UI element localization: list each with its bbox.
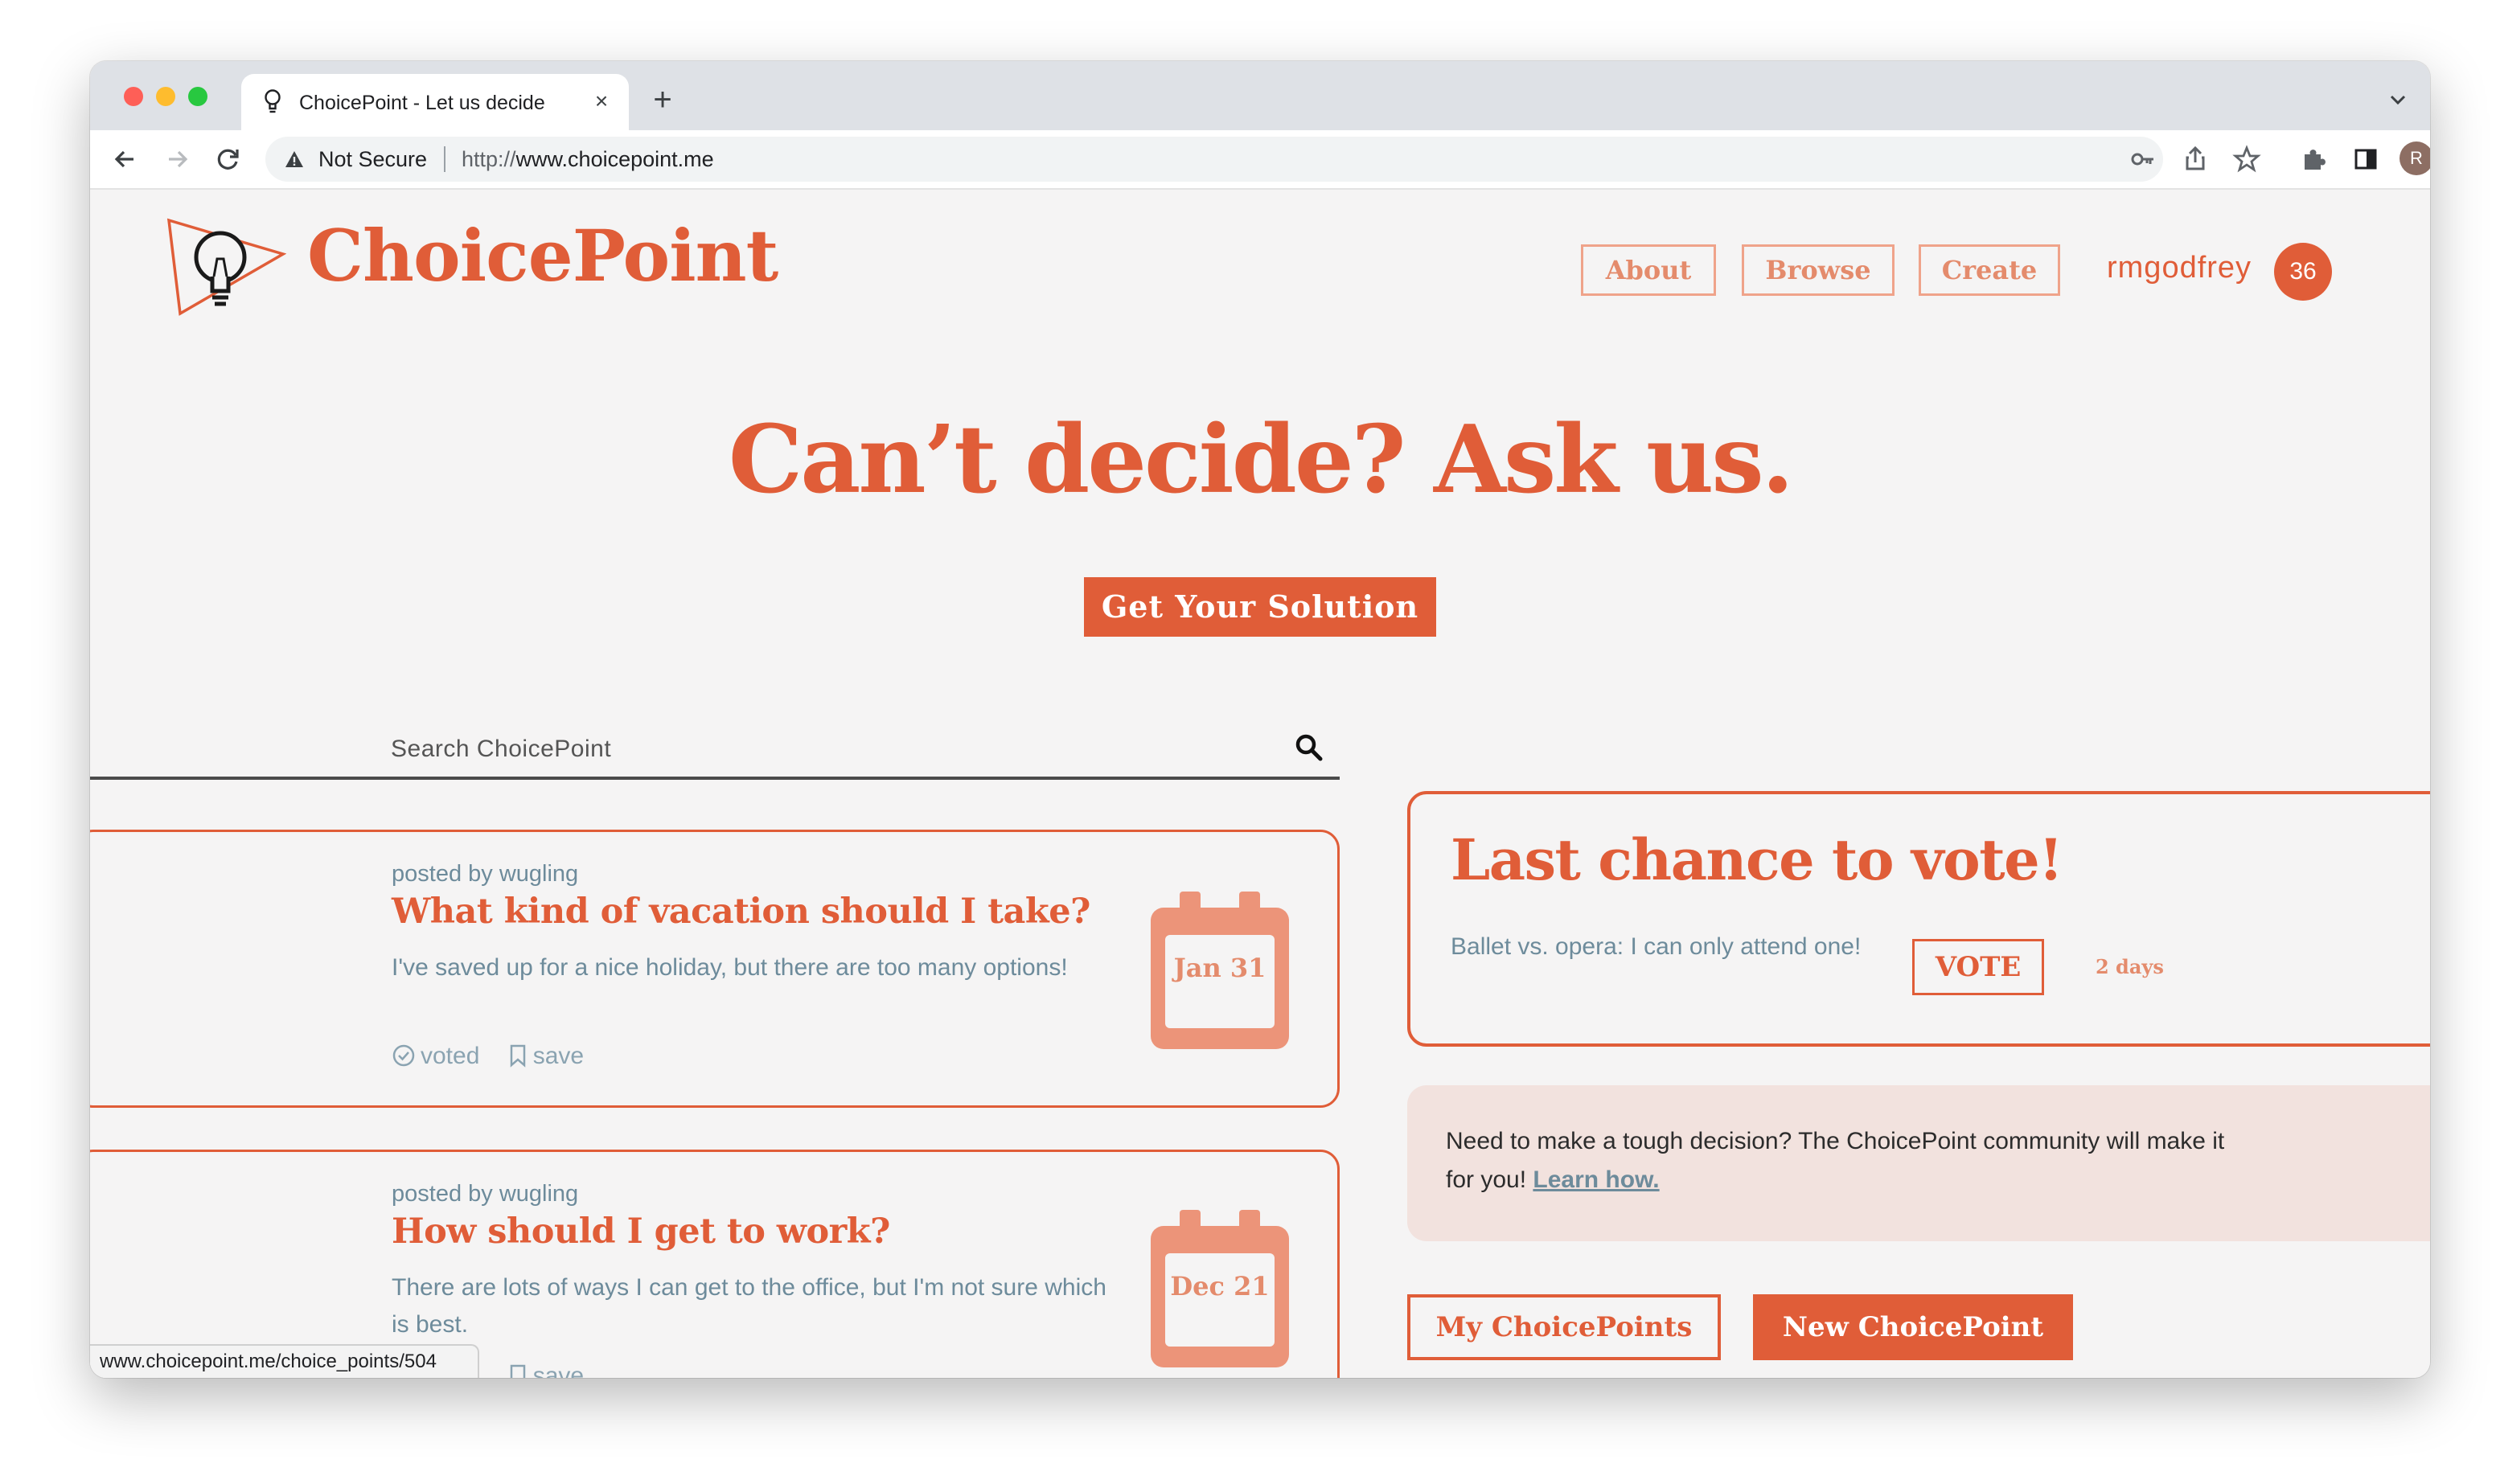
- choicepoint-logo-icon[interactable]: [166, 217, 286, 317]
- calendar-page: Jan 31: [1165, 935, 1275, 1028]
- key-icon[interactable]: [2126, 141, 2161, 177]
- hero-title: Can’t decide? Ask us.: [728, 405, 1794, 514]
- maximize-window-button[interactable]: [188, 87, 207, 106]
- post-description: I've saved up for a nice holiday, but th…: [392, 954, 1068, 981]
- search-bar: [90, 722, 1340, 780]
- back-arrow-icon[interactable]: [108, 141, 143, 177]
- new-tab-button[interactable]: +: [645, 84, 680, 119]
- vote-button[interactable]: VOTE: [1912, 939, 2044, 995]
- post-description: There are lots of ways I can get to the …: [392, 1274, 1106, 1338]
- search-input[interactable]: [391, 730, 1275, 769]
- extensions-puzzle-icon[interactable]: [2297, 141, 2332, 177]
- share-icon[interactable]: [2178, 141, 2213, 177]
- calendar-ring: [1239, 892, 1260, 925]
- calendar-ring: [1180, 892, 1201, 925]
- side-panel-icon[interactable]: [2348, 141, 2383, 177]
- calendar-icon: Jan 31: [1151, 892, 1289, 1049]
- tab-title: ChoicePoint - Let us decide: [299, 92, 545, 114]
- calendar-icon: Dec 21: [1151, 1210, 1289, 1367]
- address-bar[interactable]: Not Secure http://www.choicepoint.me: [265, 137, 2163, 182]
- voted-status: voted: [392, 1043, 479, 1070]
- url-host: www.choicepoint.me: [515, 147, 714, 171]
- tab-strip: ChoicePoint - Let us decide × +: [90, 61, 2430, 130]
- browser-window: ChoicePoint - Let us decide × + Not Secu…: [90, 61, 2430, 1378]
- choicepoint-card[interactable]: posted by wugling What kind of vacation …: [90, 830, 1340, 1108]
- calendar-page: Dec 21: [1165, 1253, 1275, 1347]
- forward-arrow-icon[interactable]: [159, 141, 195, 177]
- check-circle-icon: [392, 1044, 415, 1067]
- reload-icon[interactable]: [211, 141, 246, 177]
- warning-icon: [285, 151, 303, 167]
- url-text: http://www.choicepoint.me: [462, 147, 714, 172]
- profile-avatar[interactable]: R: [2400, 141, 2430, 175]
- time-remaining: 2 days: [2096, 955, 2164, 978]
- security-label: Not Secure: [318, 147, 428, 171]
- address-separator: [444, 146, 445, 172]
- close-tab-icon[interactable]: ×: [587, 87, 616, 116]
- last-chance-heading: Last chance to vote!: [1451, 826, 2063, 893]
- post-date: Dec 21: [1170, 1271, 1270, 1302]
- post-author[interactable]: posted by wugling: [392, 1181, 578, 1207]
- page-content: ChoicePoint About Browse Create rmgodfre…: [90, 190, 2430, 1378]
- browser-toolbar: Not Secure http://www.choicepoint.me R: [90, 130, 2430, 190]
- post-title[interactable]: How should I get to work?: [392, 1211, 890, 1252]
- save-button[interactable]: save: [507, 1043, 584, 1070]
- post-date: Jan 31: [1173, 953, 1266, 983]
- brand-logo-text[interactable]: ChoicePoint: [307, 220, 778, 291]
- calendar-ring: [1180, 1210, 1201, 1244]
- last-chance-panel: Last chance to vote! Ballet vs. opera: I…: [1407, 791, 2430, 1047]
- nav-create-link[interactable]: Create: [1919, 244, 2060, 296]
- nav-browse-link[interactable]: Browse: [1742, 244, 1895, 296]
- info-panel: Need to make a tough decision? The Choic…: [1407, 1085, 2430, 1241]
- lightbulb-icon: [265, 89, 281, 113]
- my-choicepoints-button[interactable]: My ChoicePoints: [1407, 1294, 1721, 1360]
- nav-about-link[interactable]: About: [1581, 244, 1716, 296]
- bookmark-icon: [510, 1044, 525, 1068]
- post-actions: voted save: [392, 1043, 605, 1070]
- bookmark-icon: [510, 1364, 525, 1378]
- username-link[interactable]: rmgodfrey: [2107, 251, 2252, 285]
- tab-search-chevron-icon[interactable]: [2383, 85, 2412, 114]
- get-solution-button[interactable]: Get Your Solution: [1084, 577, 1436, 637]
- info-text: Need to make a tough decision? The Choic…: [1446, 1122, 2234, 1199]
- search-icon[interactable]: [1293, 732, 1325, 764]
- calendar-ring: [1239, 1210, 1260, 1244]
- last-chance-question[interactable]: Ballet vs. opera: I can only attend one!: [1451, 928, 1901, 966]
- save-label: save: [532, 1043, 585, 1069]
- bookmark-star-icon[interactable]: [2229, 141, 2264, 177]
- voted-label: voted: [421, 1043, 480, 1069]
- link-status-bar: www.choicepoint.me/choice_points/504: [90, 1344, 479, 1378]
- post-title[interactable]: What kind of vacation should I take?: [392, 892, 1090, 932]
- close-window-button[interactable]: [124, 87, 143, 106]
- post-author[interactable]: posted by wugling: [392, 861, 578, 888]
- learn-how-link[interactable]: Learn how.: [1533, 1166, 1659, 1193]
- notification-badge[interactable]: 36: [2274, 243, 2332, 301]
- save-button[interactable]: save: [507, 1363, 584, 1378]
- url-scheme: http://: [462, 147, 516, 171]
- minimize-window-button[interactable]: [156, 87, 175, 106]
- new-choicepoint-button[interactable]: New ChoicePoint: [1753, 1294, 2073, 1360]
- browser-tab[interactable]: ChoicePoint - Let us decide ×: [241, 74, 629, 130]
- save-label: save: [532, 1363, 585, 1378]
